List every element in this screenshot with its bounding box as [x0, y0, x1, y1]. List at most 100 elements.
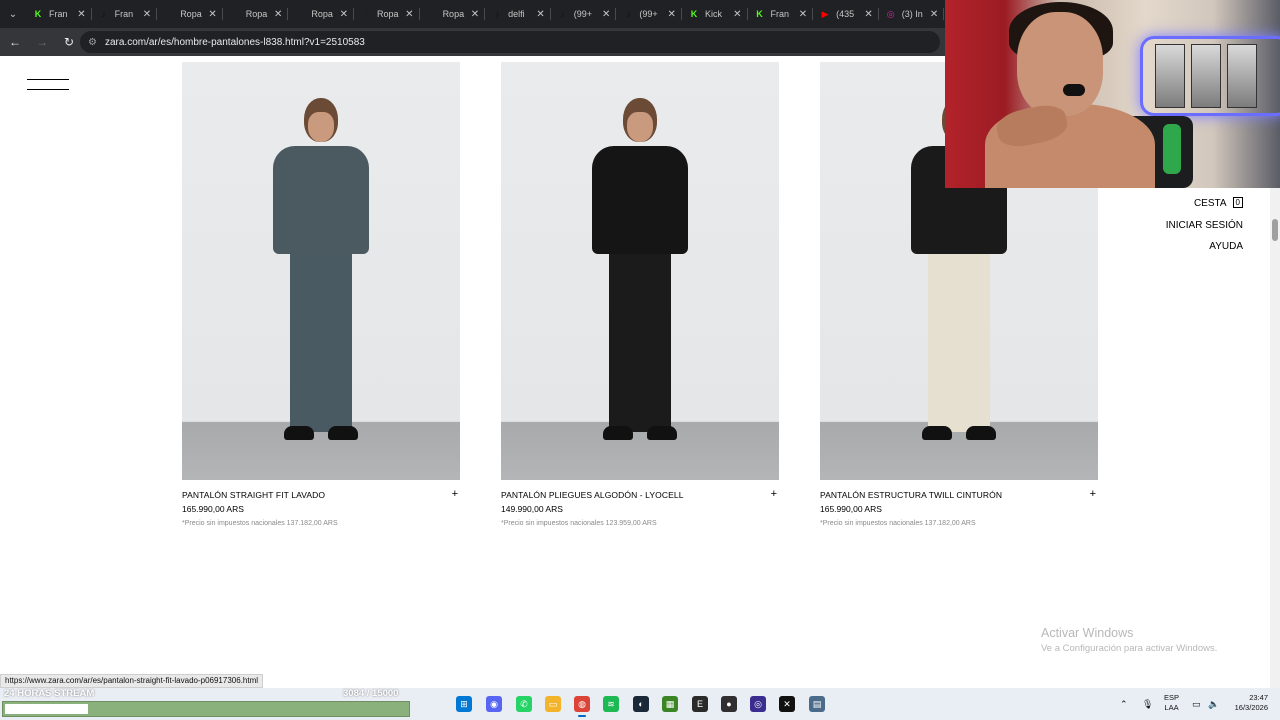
- add-to-cart-plus-icon[interactable]: +: [452, 488, 458, 500]
- close-tab-icon[interactable]: ✕: [668, 9, 676, 20]
- tab-title: Fran: [770, 9, 790, 19]
- activation-title: Activar Windows: [1041, 626, 1134, 640]
- steam-icon[interactable]: ◐: [633, 696, 649, 712]
- tiktok-icon: ♪: [560, 9, 566, 19]
- close-tab-icon[interactable]: ✕: [864, 9, 872, 20]
- close-tab-icon[interactable]: ✕: [733, 9, 741, 20]
- browser-tab[interactable]: S Ropa ✕: [420, 0, 486, 28]
- close-tab-icon[interactable]: ✕: [274, 9, 282, 20]
- close-tab-icon[interactable]: ✕: [930, 9, 938, 20]
- browser-tab[interactable]: S Ropa ✕: [288, 0, 354, 28]
- tiktok-icon: ♪: [494, 9, 500, 19]
- help-link[interactable]: AYUDA: [1166, 240, 1243, 262]
- browser-tab[interactable]: ♪ Fran ✕: [92, 0, 158, 28]
- menu-hamburger-icon[interactable]: [27, 76, 69, 90]
- close-tab-icon[interactable]: ✕: [77, 9, 85, 20]
- add-to-cart-plus-icon[interactable]: +: [771, 488, 777, 500]
- tab-title: Fran: [49, 9, 68, 19]
- file-explorer-icon[interactable]: ▭: [545, 696, 561, 712]
- twitch-studio-icon[interactable]: ◎: [750, 696, 766, 712]
- product-card[interactable]: PANTALÓN PLIEGUES ALGODÓN - LYOCELL +149.…: [501, 62, 779, 534]
- taskbar-clock[interactable]: 23:47 16/3/2026: [1235, 693, 1268, 713]
- browser-tab[interactable]: K Fran ✕: [748, 0, 814, 28]
- back-arrow-icon[interactable]: ←: [3, 30, 27, 54]
- model-shoes: [284, 426, 358, 440]
- obs-icon[interactable]: ●: [721, 696, 737, 712]
- calculator-icon[interactable]: ▤: [809, 696, 825, 712]
- browser-tab[interactable]: K Fran ✕: [26, 0, 92, 28]
- close-tab-icon[interactable]: ✕: [208, 9, 216, 20]
- network-icon[interactable]: ▭: [1192, 688, 1201, 720]
- poster: [1191, 44, 1221, 108]
- product-image[interactable]: [182, 62, 460, 480]
- discord-icon[interactable]: ◉: [486, 696, 502, 712]
- address-bar[interactable]: ⚙ zara.com/ar/es/hombre-pantalones-l838.…: [80, 31, 940, 53]
- capcut-icon[interactable]: ✕: [779, 696, 795, 712]
- browser-tab[interactable]: ◎ (3) In ✕: [879, 0, 945, 28]
- close-tab-icon[interactable]: ✕: [602, 9, 610, 20]
- header-links: CESTA 0 INICIAR SESIÓN AYUDA: [1166, 197, 1243, 262]
- language-indicator[interactable]: ESP LAA: [1164, 693, 1179, 713]
- s-icon: S: [166, 9, 173, 19]
- windows-start-icon[interactable]: ⊞: [456, 696, 472, 712]
- whatsapp-icon[interactable]: ✆: [516, 696, 532, 712]
- tab-title: (435: [836, 9, 855, 19]
- browser-tab[interactable]: ♪ (99+ ✕: [551, 0, 617, 28]
- model-face: [627, 112, 653, 142]
- stream-count: 3084 / 15000: [343, 688, 399, 699]
- scrollbar-thumb[interactable]: [1272, 219, 1278, 241]
- chrome-icon[interactable]: ◍: [574, 696, 590, 717]
- tray-chevron-icon[interactable]: ⌃: [1120, 688, 1128, 720]
- close-tab-icon[interactable]: ✕: [536, 9, 544, 20]
- browser-tab[interactable]: ▶ (435 ✕: [813, 0, 879, 28]
- product-image[interactable]: [501, 62, 779, 480]
- close-tab-icon[interactable]: ✕: [799, 9, 807, 20]
- tab-title: Ropa: [311, 9, 333, 19]
- tab-title: Kick: [704, 9, 722, 19]
- site-info-icon[interactable]: ⚙: [88, 37, 97, 48]
- close-tab-icon[interactable]: ✕: [471, 9, 479, 20]
- stream-label: 24 HORAS STREAM: [4, 688, 95, 699]
- stream-progress-overlay: 24 HORAS STREAM 3084 / 15000: [0, 688, 410, 720]
- browser-tab[interactable]: S Ropa ✕: [354, 0, 420, 28]
- browser-tab[interactable]: ♪ (99+ ✕: [616, 0, 682, 28]
- browser-tab[interactable]: ♪ delfi ✕: [485, 0, 551, 28]
- volume-icon[interactable]: 🔈: [1208, 688, 1219, 720]
- model-face: [308, 112, 334, 142]
- browser-tab[interactable]: S Ropa ✕: [157, 0, 223, 28]
- stream-progress-fill: [5, 704, 89, 714]
- product-name[interactable]: PANTALÓN ESTRUCTURA TWILL CINTURÓN: [820, 490, 1002, 500]
- product-card[interactable]: PANTALÓN STRAIGHT FIT LAVADO +165.990,00 …: [182, 62, 460, 534]
- poster: [1227, 44, 1257, 108]
- browser-tab[interactable]: S Ropa ✕: [223, 0, 289, 28]
- product-tax-note: *Precio sin impuestos nacionales 123.959…: [501, 520, 657, 527]
- epic-games-icon[interactable]: E: [692, 696, 708, 712]
- product-name[interactable]: PANTALÓN STRAIGHT FIT LAVADO: [182, 490, 325, 500]
- s-icon: S: [362, 9, 369, 19]
- add-to-cart-plus-icon[interactable]: +: [1090, 488, 1096, 500]
- cart-link[interactable]: CESTA 0: [1166, 197, 1243, 219]
- close-tab-icon[interactable]: ✕: [405, 9, 413, 20]
- close-tab-icon[interactable]: ✕: [340, 9, 348, 20]
- address-bar-url[interactable]: zara.com/ar/es/hombre-pantalones-l838.ht…: [105, 37, 365, 48]
- login-link[interactable]: INICIAR SESIÓN: [1166, 219, 1243, 241]
- keyboard-layout: LAA: [1164, 703, 1179, 712]
- instagram-icon: ◎: [886, 8, 895, 19]
- forward-arrow-icon[interactable]: →: [30, 30, 54, 54]
- tab-title: Ropa: [180, 9, 202, 19]
- product-price: 165.990,00 ARS: [820, 504, 882, 514]
- model-pants: [928, 254, 990, 432]
- product-price: 165.990,00 ARS: [182, 504, 244, 514]
- tab-title: delfi: [508, 9, 525, 19]
- cart-label: CESTA: [1193, 198, 1227, 209]
- tab-title: Fran: [114, 9, 134, 19]
- minecraft-icon[interactable]: ▦: [662, 696, 678, 712]
- tab-title: (3) In: [901, 9, 923, 19]
- close-tab-icon[interactable]: ✕: [143, 9, 151, 20]
- reload-icon[interactable]: ↻: [57, 30, 81, 54]
- microphone-icon[interactable]: 🎙: [1142, 688, 1153, 720]
- spotify-icon[interactable]: ≋: [603, 696, 619, 712]
- browser-tab[interactable]: K Kick ✕: [682, 0, 748, 28]
- product-name[interactable]: PANTALÓN PLIEGUES ALGODÓN - LYOCELL: [501, 490, 684, 500]
- tab-search-chevron-icon[interactable]: ⌄: [0, 0, 26, 28]
